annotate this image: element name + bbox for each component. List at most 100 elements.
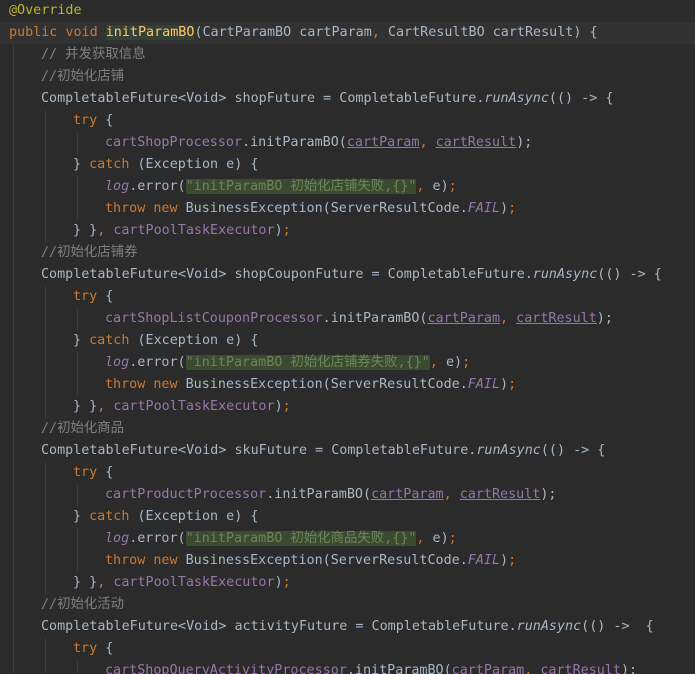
code-token: cartParam (451, 663, 525, 674)
indent-guide (45, 110, 46, 132)
code-line[interactable]: throw new BusinessException(ServerResult… (0, 374, 695, 396)
indent-guide (45, 286, 46, 308)
code-line[interactable]: //初始化活动 (0, 594, 695, 616)
indent-guide (45, 462, 46, 484)
code-token: runAsync (476, 443, 541, 458)
code-line[interactable]: } }, cartPoolTaskExecutor); (0, 396, 695, 418)
code-line[interactable]: try { (0, 462, 695, 484)
code-line[interactable]: cartShopProcessor.initParamBO(cartParam,… (0, 132, 695, 154)
code-token: } (73, 157, 90, 172)
code-line[interactable]: } catch (Exception e) { (0, 506, 695, 528)
indent-guide (13, 594, 14, 616)
indent-guide (13, 616, 14, 638)
code-token: , (371, 25, 388, 40)
code-token: BusinessException(ServerResultCode. (185, 553, 468, 568)
indent-guide (45, 506, 46, 528)
code-token: CompletableFuture<Void> shopCouponFuture… (41, 267, 533, 282)
code-token: cartResult (516, 311, 597, 326)
code-token: } } (73, 575, 98, 590)
code-token: try (73, 289, 106, 304)
code-text: //初始化活动 (41, 594, 124, 616)
code-token: @Override (9, 3, 82, 18)
code-text: } catch (Exception e) { (73, 330, 258, 352)
indent-guide (13, 506, 14, 528)
code-line[interactable]: throw new BusinessException(ServerResult… (0, 198, 695, 220)
indent-guide (13, 132, 14, 154)
code-line[interactable]: } }, cartPoolTaskExecutor); (0, 220, 695, 242)
code-token: (() -> { (581, 619, 654, 634)
code-token: ; (282, 399, 291, 414)
code-text: CompletableFuture<Void> activityFuture =… (41, 616, 654, 638)
code-token: .error( (129, 179, 186, 194)
code-token: ; (448, 179, 457, 194)
code-line[interactable]: //初始化店铺券 (0, 242, 695, 264)
code-token: cartResult (435, 135, 517, 150)
indent-guide (13, 264, 14, 286)
code-line[interactable]: try { (0, 638, 695, 660)
code-token: cartParam (427, 311, 501, 326)
code-token: public (9, 25, 66, 40)
code-token: (() -> { (597, 267, 662, 282)
code-text: cartProductProcessor.initParamBO(cartPar… (105, 484, 557, 506)
code-token: CompletableFuture<Void> skuFuture = Comp… (41, 443, 477, 458)
indent-guide (13, 550, 14, 572)
indent-guide (77, 308, 78, 330)
code-token: (Exception e) { (137, 333, 259, 348)
indent-guide (45, 528, 46, 550)
indent-guide (13, 110, 14, 132)
code-token: { (105, 465, 114, 480)
indent-guide (45, 572, 46, 594)
code-token: ; (448, 531, 457, 546)
code-line[interactable]: } }, cartPoolTaskExecutor); (0, 572, 695, 594)
code-line[interactable]: } catch (Exception e) { (0, 154, 695, 176)
code-line[interactable]: //初始化店铺 (0, 66, 695, 88)
code-token: (CartParamBO cartParam (194, 25, 372, 40)
indent-guide (77, 352, 78, 374)
indent-guide (45, 484, 46, 506)
code-text: } catch (Exception e) { (73, 506, 258, 528)
code-line[interactable]: //初始化商品 (0, 418, 695, 440)
code-token: , (97, 223, 114, 238)
code-line[interactable]: try { (0, 286, 695, 308)
code-token: throw new (105, 201, 186, 216)
code-token: , (97, 399, 114, 414)
code-line[interactable]: // 并发获取信息 (0, 44, 695, 66)
code-token: } (73, 509, 90, 524)
code-token: ) (500, 201, 509, 216)
code-line[interactable]: log.error("initParamBO 初始化店铺券失败,{}", e); (0, 352, 695, 374)
code-token: .initParamBO( (346, 663, 452, 674)
code-token: FAIL (467, 553, 501, 568)
code-token: ; (462, 355, 471, 370)
code-line[interactable]: cartShopListCouponProcessor.initParamBO(… (0, 308, 695, 330)
indent-guide (13, 484, 14, 506)
code-line[interactable]: } catch (Exception e) { (0, 330, 695, 352)
code-line[interactable]: log.error("initParamBO 初始化店铺失败,{}", e); (0, 176, 695, 198)
indent-guide (77, 660, 78, 674)
code-line[interactable]: @Override (0, 0, 695, 22)
code-token: ) (274, 223, 283, 238)
code-token: cartPoolTaskExecutor (113, 223, 275, 238)
code-line[interactable]: cartShopQueryActivityProcessor.initParam… (0, 660, 695, 674)
code-token: catch (89, 157, 138, 172)
indent-guide (77, 484, 78, 506)
code-line[interactable]: CompletableFuture<Void> shopCouponFuture… (0, 264, 695, 286)
code-token: log (105, 355, 130, 370)
code-token: try (73, 641, 106, 656)
code-line[interactable]: log.error("initParamBO 初始化商品失败,{}", e); (0, 528, 695, 550)
indent-guide (77, 374, 78, 396)
code-line[interactable]: try { (0, 110, 695, 132)
code-line[interactable]: CompletableFuture<Void> skuFuture = Comp… (0, 440, 695, 462)
code-line[interactable]: CompletableFuture<Void> activityFuture =… (0, 616, 695, 638)
code-token: cartPoolTaskExecutor (113, 575, 275, 590)
code-text: //初始化店铺 (41, 66, 124, 88)
code-line[interactable]: cartProductProcessor.initParamBO(cartPar… (0, 484, 695, 506)
code-line[interactable]: public void initParamBO(CartParamBO cart… (0, 22, 695, 44)
code-text: CompletableFuture<Void> shopCouponFuture… (41, 264, 662, 286)
code-editor[interactable]: @Override public void initParamBO(CartPar… (0, 0, 695, 674)
code-line[interactable]: CompletableFuture<Void> shopFuture = Com… (0, 88, 695, 110)
code-token: cartParam (346, 135, 420, 150)
code-text: try { (73, 638, 113, 660)
indent-guide (45, 198, 46, 220)
code-line[interactable]: throw new BusinessException(ServerResult… (0, 550, 695, 572)
code-token: ) (500, 377, 509, 392)
